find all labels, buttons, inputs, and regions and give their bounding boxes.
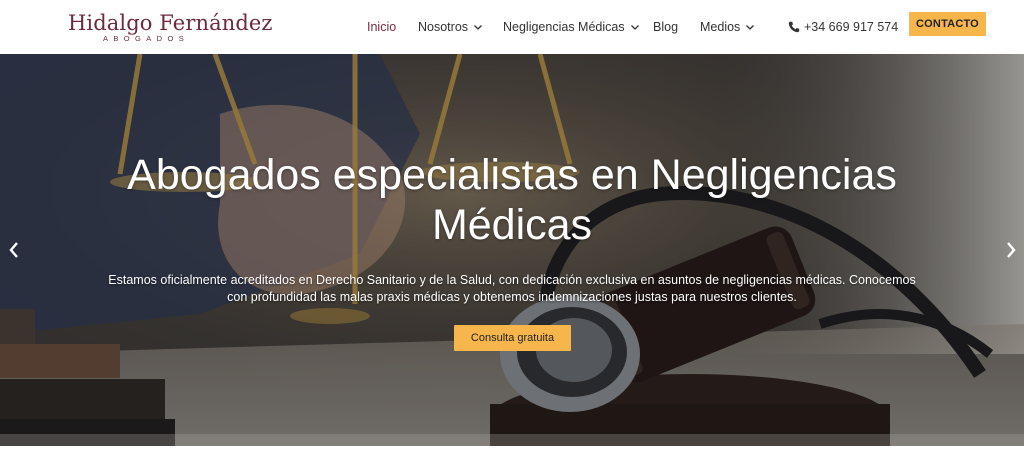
nav-item-label: Inicio [367, 20, 397, 34]
phone-link[interactable]: +34 669 917 574 [788, 18, 898, 36]
hero-overlay [0, 54, 1024, 446]
phone-icon [788, 21, 800, 33]
main-nav: Inicio Nosotros Negligencias Médicas Blo… [0, 0, 1024, 54]
nav-item-label: Medios [700, 20, 741, 34]
site-header: Hidalgo Fernández ABOGADOS Inicio Nosotr… [0, 0, 1024, 54]
nav-item-nosotros[interactable]: Nosotros [418, 18, 483, 36]
nav-item-label: Blog [653, 20, 679, 34]
free-consultation-button[interactable]: Consulta gratuita [454, 325, 571, 351]
chevron-left-icon[interactable] [7, 240, 21, 260]
chevron-down-icon [746, 25, 755, 30]
chevron-right-icon[interactable] [1004, 240, 1018, 260]
hero-title: Abogados especialistas en Negligencias M… [127, 151, 897, 249]
nav-item-medios[interactable]: Medios [700, 18, 755, 36]
nav-item-label: Negligencias Médicas [503, 20, 625, 34]
nav-item-label: Nosotros [418, 20, 469, 34]
phone-number: +34 669 917 574 [804, 20, 899, 34]
chevron-down-icon [630, 25, 639, 30]
nav-item-blog[interactable]: Blog [653, 18, 678, 36]
chevron-down-icon [474, 25, 482, 30]
nav-item-inicio[interactable]: Inicio [367, 18, 396, 36]
hero-slider: Abogados especialistas en Negligencias M… [0, 54, 1024, 446]
page-bottom-strip [0, 446, 1024, 468]
hero-description: Estamos oficialmente acreditados en Dere… [108, 273, 916, 304]
nav-item-negligencias[interactable]: Negligencias Médicas [503, 18, 640, 36]
contact-button[interactable]: CONTACTO [909, 12, 986, 36]
